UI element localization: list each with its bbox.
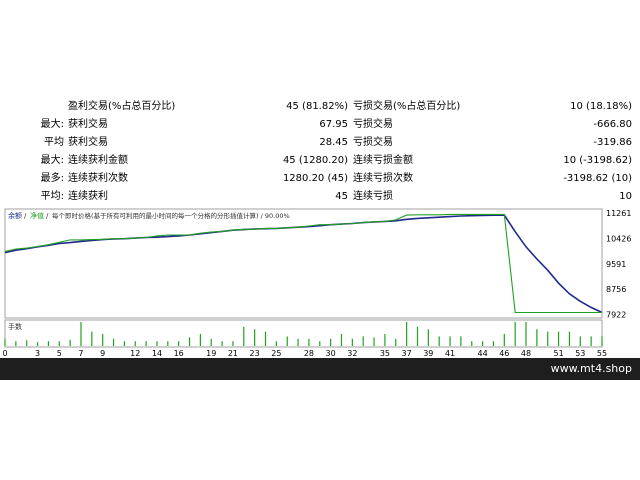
x-tick-label: 19 [206, 349, 216, 358]
x-tick-label: 39 [423, 349, 433, 358]
stat-label: 最大: [40, 155, 64, 166]
x-tick-label: 25 [271, 349, 281, 358]
footer-bar: www.mt4.shop [0, 358, 640, 380]
stat-name-2: 连续亏损 [353, 191, 393, 202]
x-tick-label: 46 [499, 349, 509, 358]
stat-name-2: 连续亏损金额 [353, 155, 413, 166]
stat-name: 连续获利 [68, 191, 108, 202]
x-tick-label: 7 [78, 349, 83, 358]
stat-label: 最多: [40, 173, 64, 184]
x-tick-label: 12 [130, 349, 140, 358]
x-tick-label: 14 [152, 349, 162, 358]
x-tick-label: 32 [347, 349, 357, 358]
x-tick-label: 28 [304, 349, 314, 358]
y-tick-label: 11261 [606, 209, 631, 218]
x-tick-label: 48 [521, 349, 531, 358]
stat-value: 45 (81.82%) [286, 101, 348, 112]
stats-table: 盈利交易(%占总百分比) 45 (81.82%) 亏损交易(%占总百分比) 10 (1… [0, 98, 640, 206]
volume-label: 手数 [8, 322, 22, 331]
x-tick-label: 51 [553, 349, 563, 358]
stat-value: 45 (1280.20) [282, 155, 348, 166]
x-tick-label: 55 [597, 349, 607, 358]
stat-value: 1280.20 (45) [282, 173, 348, 184]
x-tick-label: 44 [478, 349, 488, 358]
y-tick-label: 7922 [606, 310, 626, 319]
x-tick-label: 35 [380, 349, 390, 358]
stat-label: 最大: [40, 119, 64, 130]
stat-name-2: 亏损交易(%占总百分比) [353, 101, 461, 112]
stat-name-2: 亏损交易 [353, 137, 393, 148]
x-tick-label: 3 [35, 349, 40, 358]
x-tick-label: 21 [228, 349, 238, 358]
stat-name: 获利交易 [68, 119, 108, 130]
stat-value: 28.45 [319, 137, 348, 148]
stat-name: 获利交易 [68, 137, 108, 148]
legend-equity: 净值 [30, 211, 44, 220]
y-tick-label: 8756 [606, 285, 626, 294]
x-tick-label: 0 [2, 349, 7, 358]
y-tick-label: 9591 [606, 260, 626, 269]
footer-site[interactable]: www.mt4.shop [551, 362, 632, 375]
stat-name-2: 亏损交易 [353, 119, 393, 130]
stat-label: 平均: [40, 191, 64, 202]
stat-value-2: -3198.62 (10) [563, 173, 632, 184]
balance-chart: 余额 / 净值 / 每个即时价格(基于所有可利用的最小时间的每一个分格的分形插值计算) … [2, 208, 631, 358]
x-tick-label: 5 [57, 349, 62, 358]
chart-area: 余额 / 净值 / 每个即时价格(基于所有可利用的最小时间的每一个分格的分形插值计算) … [0, 206, 640, 358]
stat-value-2: 10 (-3198.62) [563, 155, 632, 166]
stat-value-2: 10 (18.18%) [570, 101, 632, 112]
stat-name: 盈利交易(%占总百分比) [68, 101, 176, 112]
x-tick-label: 53 [575, 349, 585, 358]
stat-name-2: 连续亏损次数 [353, 173, 413, 184]
x-tick-label: 9 [100, 349, 105, 358]
main-panel-frame [4, 208, 603, 319]
legend-balance: 余额 [8, 211, 22, 220]
x-tick-label: 30 [326, 349, 336, 358]
volume-panel-frame [4, 319, 603, 348]
stat-value: 45 [335, 191, 348, 202]
x-tick-label: 16 [174, 349, 184, 358]
stat-value-2: 10 [619, 191, 632, 202]
stat-name: 连续获利金额 [68, 155, 128, 166]
stat-value-2: -319.86 [593, 137, 632, 148]
y-tick-label: 10426 [606, 234, 631, 243]
x-tick-label: 23 [250, 349, 260, 358]
x-tick-label: 37 [402, 349, 412, 358]
stat-name: 连续获利次数 [68, 173, 128, 184]
stat-label: 平均 [44, 137, 64, 148]
stat-value: 67.95 [319, 119, 348, 130]
legend-note: 每个即时价格(基于所有可利用的最小时间的每一个分格的分形插值计算) / 90.0… [52, 211, 290, 220]
stat-value-2: -666.80 [593, 119, 632, 130]
x-tick-label: 41 [445, 349, 455, 358]
